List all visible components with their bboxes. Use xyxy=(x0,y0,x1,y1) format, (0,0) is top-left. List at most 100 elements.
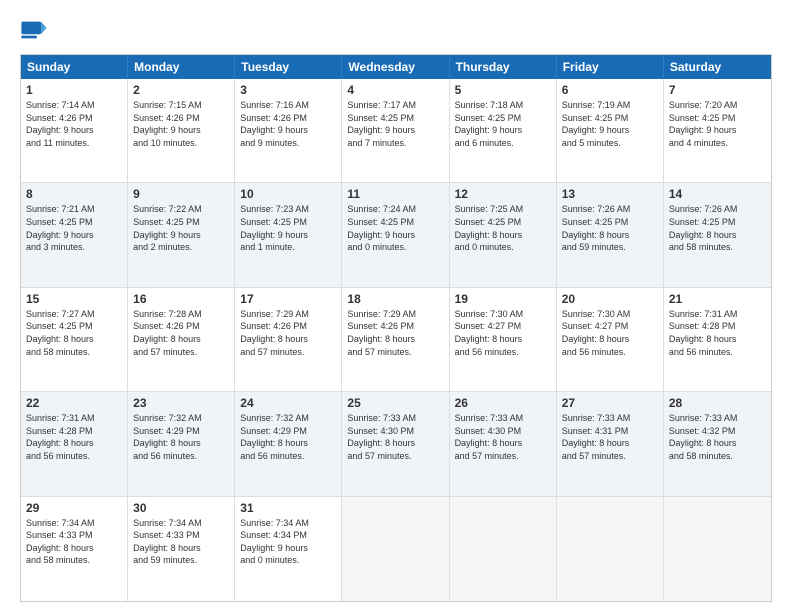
cell-info: Sunrise: 7:17 AMSunset: 4:25 PMDaylight:… xyxy=(347,99,443,149)
cell-info: Sunrise: 7:34 AMSunset: 4:33 PMDaylight:… xyxy=(133,517,229,567)
calendar-cell-2: 2 Sunrise: 7:15 AMSunset: 4:26 PMDaylight… xyxy=(128,79,235,182)
calendar-cell-24: 24Sunrise: 7:32 AMSunset: 4:29 PMDayligh… xyxy=(235,392,342,495)
calendar-cell-6: 6 Sunrise: 7:19 AMSunset: 4:25 PMDaylight… xyxy=(557,79,664,182)
calendar-cell-5: 5 Sunrise: 7:18 AMSunset: 4:25 PMDaylight… xyxy=(450,79,557,182)
cell-info: Sunrise: 7:15 AMSunset: 4:26 PMDaylight:… xyxy=(133,99,229,149)
calendar-cell-10: 10Sunrise: 7:23 AMSunset: 4:25 PMDayligh… xyxy=(235,183,342,286)
calendar-cell-14: 14 Sunrise: 7:26 AMSunset: 4:25 PMDayligh… xyxy=(664,183,771,286)
calendar-cell-empty xyxy=(664,497,771,601)
cell-info: Sunrise: 7:27 AMSunset: 4:25 PMDaylight:… xyxy=(26,308,122,358)
calendar-cell-7: 7Sunrise: 7:20 AMSunset: 4:25 PMDaylight… xyxy=(664,79,771,182)
day-number: 15 xyxy=(26,292,122,306)
cell-info: Sunrise: 7:26 AMSunset: 4:25 PMDaylight:… xyxy=(669,203,766,253)
day-number: 14 xyxy=(669,187,766,201)
calendar-cell-23: 23 Sunrise: 7:32 AMSunset: 4:29 PMDayligh… xyxy=(128,392,235,495)
calendar-cell-19: 19 Sunrise: 7:30 AMSunset: 4:27 PMDayligh… xyxy=(450,288,557,391)
day-number: 30 xyxy=(133,501,229,515)
calendar-row-5: 29 Sunrise: 7:34 AMSunset: 4:33 PMDayligh… xyxy=(21,497,771,601)
cell-info: Sunrise: 7:31 AMSunset: 4:28 PMDaylight:… xyxy=(26,412,122,462)
calendar-cell-3: 3 Sunrise: 7:16 AMSunset: 4:26 PMDaylight… xyxy=(235,79,342,182)
weekday-header-friday: Friday xyxy=(557,55,664,79)
weekday-header-monday: Monday xyxy=(128,55,235,79)
calendar-cell-26: 26 Sunrise: 7:33 AMSunset: 4:30 PMDayligh… xyxy=(450,392,557,495)
calendar-cell-12: 12 Sunrise: 7:25 AMSunset: 4:25 PMDayligh… xyxy=(450,183,557,286)
day-number: 21 xyxy=(669,292,766,306)
weekday-header-tuesday: Tuesday xyxy=(235,55,342,79)
cell-info: Sunrise: 7:29 AMSunset: 4:26 PMDaylight:… xyxy=(347,308,443,358)
calendar-cell-21: 21Sunrise: 7:31 AMSunset: 4:28 PMDayligh… xyxy=(664,288,771,391)
day-number: 20 xyxy=(562,292,658,306)
cell-info: Sunrise: 7:32 AMSunset: 4:29 PMDaylight:… xyxy=(133,412,229,462)
calendar-cell-30: 30 Sunrise: 7:34 AMSunset: 4:33 PMDayligh… xyxy=(128,497,235,601)
day-number: 9 xyxy=(133,187,229,201)
cell-info: Sunrise: 7:20 AMSunset: 4:25 PMDaylight:… xyxy=(669,99,766,149)
calendar-cell-1: 1 Sunrise: 7:14 AMSunset: 4:26 PMDaylight… xyxy=(21,79,128,182)
calendar-cell-15: 15 Sunrise: 7:27 AMSunset: 4:25 PMDayligh… xyxy=(21,288,128,391)
calendar-cell-22: 22 Sunrise: 7:31 AMSunset: 4:28 PMDayligh… xyxy=(21,392,128,495)
calendar-cell-25: 25 Sunrise: 7:33 AMSunset: 4:30 PMDayligh… xyxy=(342,392,449,495)
calendar-row-3: 15 Sunrise: 7:27 AMSunset: 4:25 PMDayligh… xyxy=(21,288,771,392)
day-number: 13 xyxy=(562,187,658,201)
logo-icon xyxy=(20,16,48,44)
calendar-cell-8: 8 Sunrise: 7:21 AMSunset: 4:25 PMDaylight… xyxy=(21,183,128,286)
calendar-cell-13: 13Sunrise: 7:26 AMSunset: 4:25 PMDayligh… xyxy=(557,183,664,286)
calendar-cell-9: 9 Sunrise: 7:22 AMSunset: 4:25 PMDaylight… xyxy=(128,183,235,286)
cell-info: Sunrise: 7:22 AMSunset: 4:25 PMDaylight:… xyxy=(133,203,229,253)
weekday-header-thursday: Thursday xyxy=(450,55,557,79)
cell-info: Sunrise: 7:19 AMSunset: 4:25 PMDaylight:… xyxy=(562,99,658,149)
weekday-header-sunday: Sunday xyxy=(21,55,128,79)
cell-info: Sunrise: 7:33 AMSunset: 4:30 PMDaylight:… xyxy=(347,412,443,462)
calendar-header: SundayMondayTuesdayWednesdayThursdayFrid… xyxy=(21,55,771,79)
day-number: 28 xyxy=(669,396,766,410)
calendar-cell-18: 18 Sunrise: 7:29 AMSunset: 4:26 PMDayligh… xyxy=(342,288,449,391)
day-number: 25 xyxy=(347,396,443,410)
day-number: 6 xyxy=(562,83,658,97)
day-number: 19 xyxy=(455,292,551,306)
cell-info: Sunrise: 7:29 AMSunset: 4:26 PMDaylight:… xyxy=(240,308,336,358)
day-number: 18 xyxy=(347,292,443,306)
calendar-cell-4: 4 Sunrise: 7:17 AMSunset: 4:25 PMDaylight… xyxy=(342,79,449,182)
calendar-cell-28: 28 Sunrise: 7:33 AMSunset: 4:32 PMDayligh… xyxy=(664,392,771,495)
cell-info: Sunrise: 7:30 AMSunset: 4:27 PMDaylight:… xyxy=(562,308,658,358)
day-number: 24 xyxy=(240,396,336,410)
calendar-cell-empty xyxy=(557,497,664,601)
day-number: 8 xyxy=(26,187,122,201)
cell-info: Sunrise: 7:30 AMSunset: 4:27 PMDaylight:… xyxy=(455,308,551,358)
day-number: 16 xyxy=(133,292,229,306)
calendar-cell-31: 31Sunrise: 7:34 AMSunset: 4:34 PMDayligh… xyxy=(235,497,342,601)
cell-info: Sunrise: 7:34 AMSunset: 4:34 PMDaylight:… xyxy=(240,517,336,567)
day-number: 10 xyxy=(240,187,336,201)
day-number: 2 xyxy=(133,83,229,97)
day-number: 12 xyxy=(455,187,551,201)
cell-info: Sunrise: 7:14 AMSunset: 4:26 PMDaylight:… xyxy=(26,99,122,149)
day-number: 22 xyxy=(26,396,122,410)
day-number: 1 xyxy=(26,83,122,97)
logo xyxy=(20,16,50,44)
cell-info: Sunrise: 7:33 AMSunset: 4:32 PMDaylight:… xyxy=(669,412,766,462)
calendar-cell-16: 16 Sunrise: 7:28 AMSunset: 4:26 PMDayligh… xyxy=(128,288,235,391)
day-number: 27 xyxy=(562,396,658,410)
calendar-cell-27: 27Sunrise: 7:33 AMSunset: 4:31 PMDayligh… xyxy=(557,392,664,495)
day-number: 26 xyxy=(455,396,551,410)
weekday-header-saturday: Saturday xyxy=(664,55,771,79)
day-number: 23 xyxy=(133,396,229,410)
calendar-cell-17: 17Sunrise: 7:29 AMSunset: 4:26 PMDayligh… xyxy=(235,288,342,391)
cell-info: Sunrise: 7:25 AMSunset: 4:25 PMDaylight:… xyxy=(455,203,551,253)
calendar-cell-20: 20 Sunrise: 7:30 AMSunset: 4:27 PMDayligh… xyxy=(557,288,664,391)
cell-info: Sunrise: 7:18 AMSunset: 4:25 PMDaylight:… xyxy=(455,99,551,149)
day-number: 5 xyxy=(455,83,551,97)
calendar-row-4: 22 Sunrise: 7:31 AMSunset: 4:28 PMDayligh… xyxy=(21,392,771,496)
calendar-page: SundayMondayTuesdayWednesdayThursdayFrid… xyxy=(0,0,792,612)
cell-info: Sunrise: 7:16 AMSunset: 4:26 PMDaylight:… xyxy=(240,99,336,149)
day-number: 29 xyxy=(26,501,122,515)
calendar-body: 1 Sunrise: 7:14 AMSunset: 4:26 PMDaylight… xyxy=(21,79,771,601)
day-number: 4 xyxy=(347,83,443,97)
cell-info: Sunrise: 7:28 AMSunset: 4:26 PMDaylight:… xyxy=(133,308,229,358)
day-number: 3 xyxy=(240,83,336,97)
cell-info: Sunrise: 7:21 AMSunset: 4:25 PMDaylight:… xyxy=(26,203,122,253)
calendar-row-2: 8 Sunrise: 7:21 AMSunset: 4:25 PMDaylight… xyxy=(21,183,771,287)
weekday-header-wednesday: Wednesday xyxy=(342,55,449,79)
calendar-cell-11: 11Sunrise: 7:24 AMSunset: 4:25 PMDayligh… xyxy=(342,183,449,286)
page-header xyxy=(20,16,772,44)
cell-info: Sunrise: 7:33 AMSunset: 4:30 PMDaylight:… xyxy=(455,412,551,462)
